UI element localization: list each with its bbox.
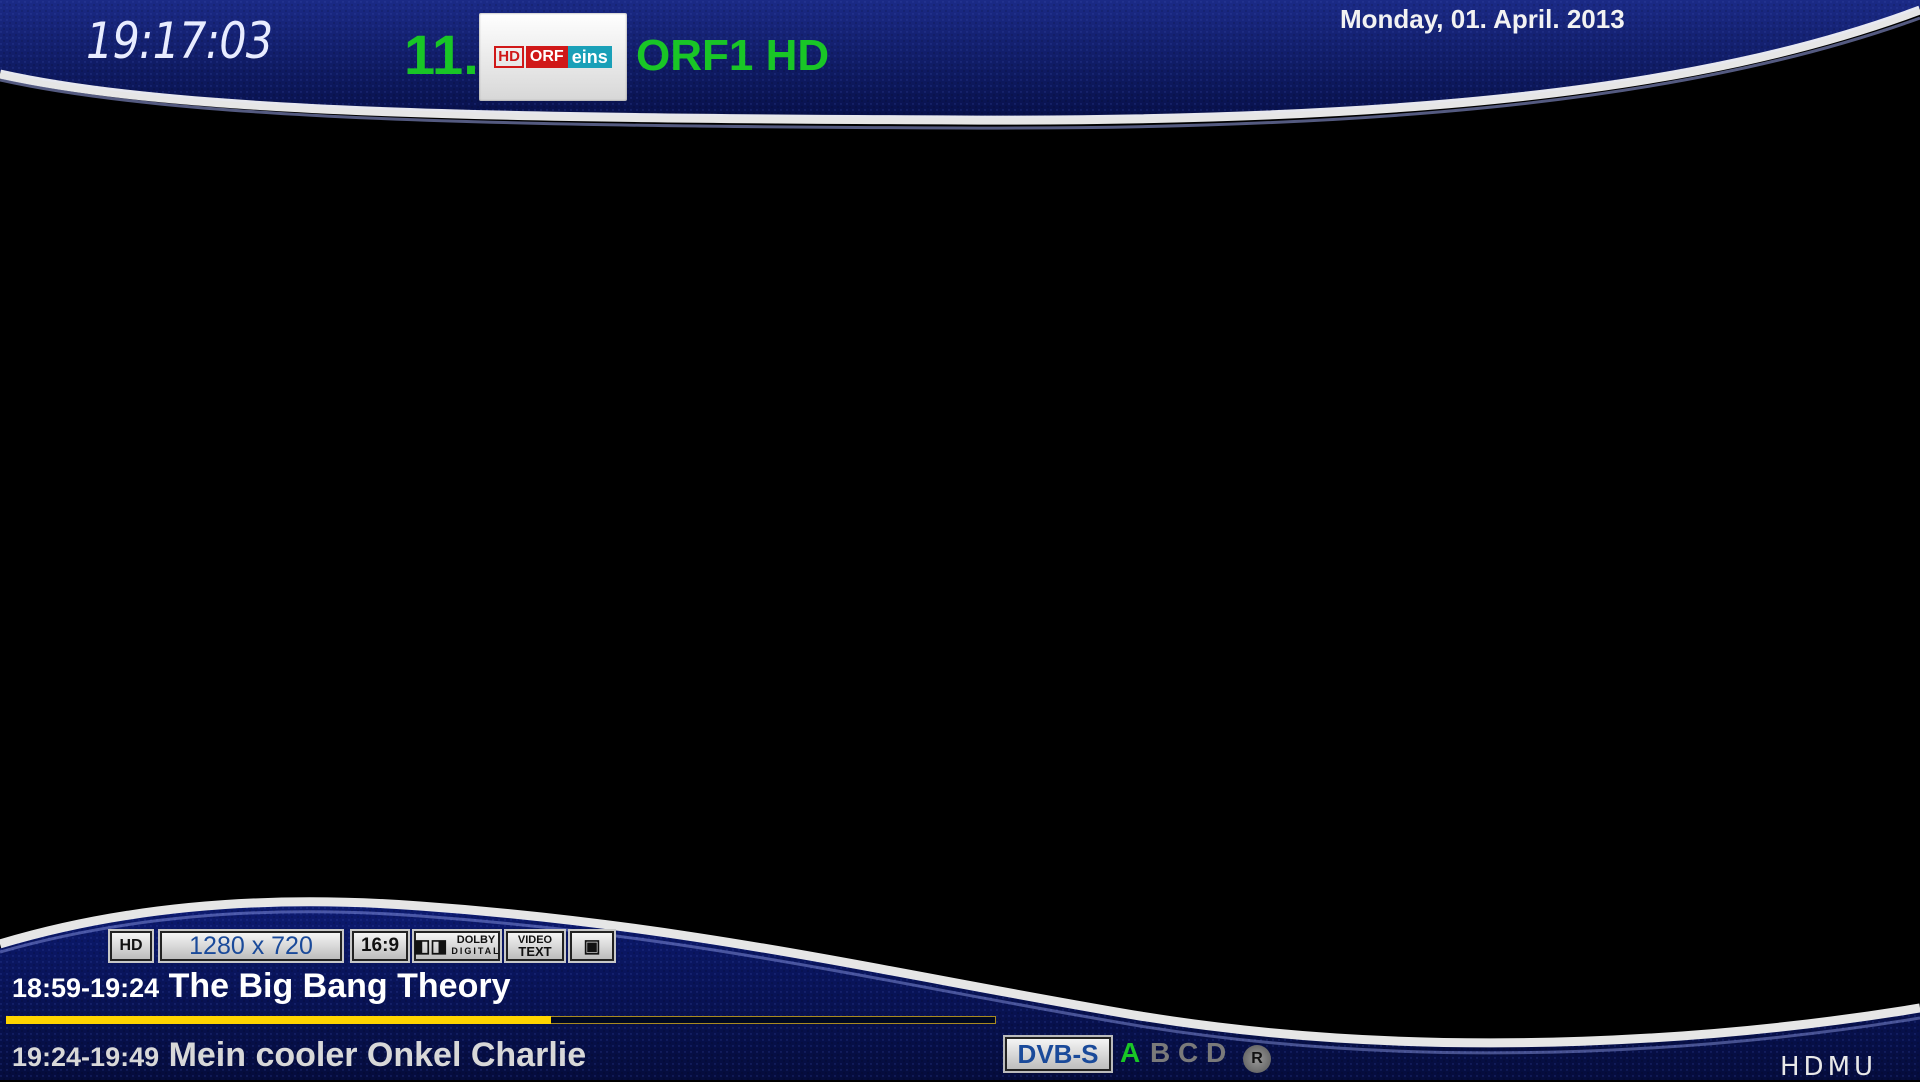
tuner-slot-b: B: [1150, 1037, 1171, 1068]
hd-label: HD: [119, 937, 143, 954]
channel-name: ORF1 HD: [636, 31, 830, 80]
current-program: 18:59-19:24 The Big Bang Theory: [12, 967, 510, 1006]
logo-hd: HD: [494, 46, 524, 68]
date: Monday, 01. April. 2013: [1340, 4, 1625, 34]
hd-icon: HD: [110, 931, 152, 961]
current-program-time: 18:59-19:24: [12, 973, 160, 1003]
next-program-title: Mein cooler Onkel Charlie: [168, 1036, 587, 1074]
tuner-slot-a: A: [1120, 1037, 1141, 1068]
next-program: 19:24-19:49 Mein cooler Onkel Charlie: [12, 1036, 586, 1075]
record-label: R: [1251, 1050, 1263, 1067]
dvb-system-label: DVB-S: [1017, 1038, 1099, 1069]
subtitle-icon: ▣: [570, 931, 614, 961]
dvb-system-badge: DVB-S: [1005, 1037, 1111, 1071]
logo-orf: ORF: [525, 46, 568, 68]
logo-eins: eins: [567, 46, 612, 68]
videotext-bottom: TEXT: [518, 944, 552, 959]
osd-background: [0, 0, 1920, 1080]
resolution-badge: 1280 x 720: [160, 931, 342, 961]
dolby-digital-icon: ◧◨ DOLBY DIGITAL: [413, 931, 501, 961]
channel-number: 11.: [404, 23, 479, 86]
record-icon: R: [1243, 1045, 1271, 1073]
tuner-slot-d: D: [1206, 1037, 1227, 1068]
aspect-label: 16:9: [360, 935, 400, 956]
channel-logo: HD ORF eins: [479, 13, 627, 101]
current-program-title: The Big Bang Theory: [168, 967, 511, 1005]
next-program-time: 19:24-19:49: [12, 1042, 160, 1072]
aspect-ratio-icon: 16:9: [352, 931, 408, 961]
resolution-label: 1280 x 720: [189, 931, 313, 960]
videotext-icon: VIDEO TEXT: [506, 931, 564, 961]
dolby-bottom: DIGITAL: [451, 946, 501, 956]
program-progress-fill: [6, 1016, 551, 1024]
clock: 19:17:03: [86, 12, 273, 70]
dolby-top: DOLBY: [456, 934, 496, 946]
brand-logo: HDMU: [1780, 1052, 1878, 1082]
tuner-slot-c: C: [1178, 1037, 1199, 1068]
